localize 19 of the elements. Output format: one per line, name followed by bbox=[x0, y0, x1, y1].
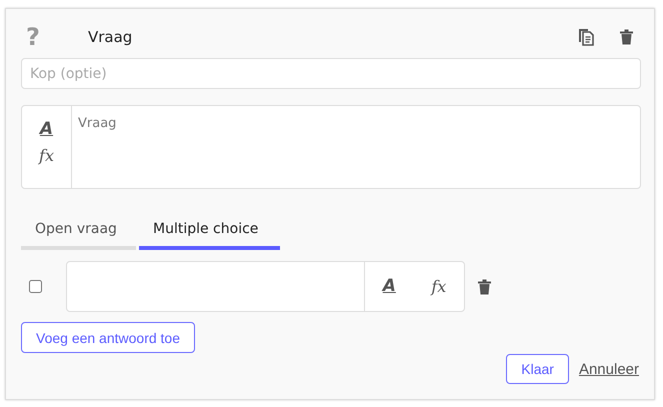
text-format-icon[interactable]: A bbox=[382, 277, 396, 296]
formula-icon[interactable]: fx bbox=[431, 278, 446, 296]
done-button[interactable]: Klaar bbox=[506, 354, 569, 384]
cancel-link[interactable]: Annuleer bbox=[578, 360, 639, 378]
add-answer-button[interactable]: Voeg een antwoord toe bbox=[21, 322, 196, 353]
question-mark-icon: ? bbox=[26, 25, 88, 49]
tab[interactable]: Multiple choice bbox=[139, 217, 280, 250]
heading-field[interactable]: Kop (optie) bbox=[21, 58, 641, 89]
answer-field[interactable]: A fx bbox=[66, 261, 465, 312]
question-placeholder: Vraag bbox=[77, 115, 118, 133]
delete-icon[interactable] bbox=[620, 29, 633, 45]
text-format-icon[interactable]: A bbox=[40, 120, 54, 139]
formula-icon[interactable]: fx bbox=[39, 146, 54, 164]
copy-icon[interactable] bbox=[578, 28, 594, 46]
correct-checkbox[interactable] bbox=[29, 280, 42, 293]
tab[interactable]: Open vraag bbox=[21, 217, 136, 250]
delete-icon[interactable] bbox=[478, 278, 491, 294]
question-editor[interactable]: A fx Vraag bbox=[21, 105, 641, 189]
card-title: Vraag bbox=[88, 28, 132, 46]
